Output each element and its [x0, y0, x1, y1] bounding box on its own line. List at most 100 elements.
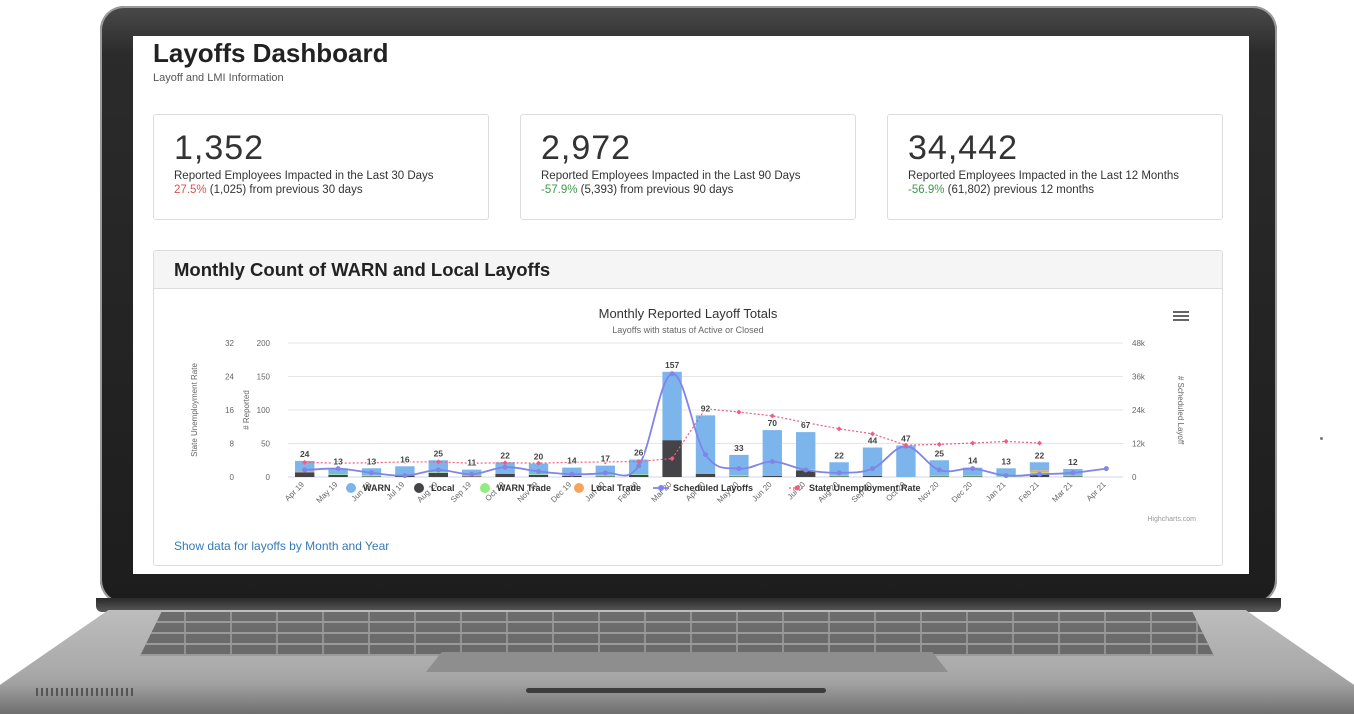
- stat-delta: 27.5% (1,025) from previous 30 days: [174, 183, 470, 197]
- layoffs-chart-panel: Monthly Count of WARN and Local Layoffs …: [153, 250, 1223, 566]
- stat-delta: -56.9% (61,802) previous 12 months: [908, 183, 1204, 197]
- legend-label: WARN: [363, 483, 391, 493]
- point-scheduled-layoffs: [435, 467, 441, 473]
- bar-local-trade: [729, 474, 749, 476]
- chart-axes: 0 0 0 50 8 12k 100 16 24k 150 24 36k 200 32 48k State U…: [190, 339, 1185, 505]
- bar-total-label: 70: [768, 418, 778, 428]
- y-tick-label-rate: 0: [230, 473, 235, 482]
- show-data-link[interactable]: Show data for layoffs by Month and Year: [174, 539, 389, 553]
- bar-local: [963, 476, 983, 477]
- bar-local: [729, 476, 749, 477]
- bar-local: [762, 475, 782, 477]
- laptop-frame: Layoffs Dashboard Layoff and LMI Informa…: [0, 0, 1354, 714]
- bar-total-label: 22: [834, 450, 844, 460]
- bar-total-label: 13: [1001, 456, 1011, 466]
- point-scheduled-layoffs: [402, 473, 408, 479]
- point-scheduled-layoffs: [369, 470, 374, 476]
- point-unemployment-rate: [1037, 440, 1042, 446]
- bar-warn: [762, 430, 782, 475]
- y-tick-label-rate: 8: [230, 440, 235, 449]
- bar-total-label: 11: [467, 458, 476, 468]
- legend-symbol: [414, 483, 424, 493]
- bar-total-label: 25: [935, 448, 945, 458]
- x-tick-label: Feb 21: [1017, 480, 1041, 504]
- x-tick-label: Dec 19: [549, 480, 574, 505]
- bar-warn-trade: [528, 474, 549, 475]
- y-tick-label-reported: 50: [261, 440, 270, 449]
- legend-label: Local Trade: [591, 483, 641, 493]
- x-tick-label: Apr 19: [283, 480, 306, 503]
- laptop-hinge: [96, 598, 1281, 612]
- point-scheduled-layoffs: [936, 467, 942, 473]
- laptop-screen: Layoffs Dashboard Layoff and LMI Informa…: [133, 36, 1249, 574]
- point-scheduled-layoffs: [1037, 471, 1042, 477]
- bar-local: [829, 476, 849, 477]
- bar-warn-trade: [1063, 475, 1083, 477]
- bar-warn-trade: [929, 475, 949, 477]
- y-tick-label-rate: 16: [225, 406, 234, 415]
- bar-total-label: 24: [300, 449, 310, 459]
- legend-item-state-unemployment-rate[interactable]: State Unemployment Rate: [789, 483, 921, 493]
- bar-total-label: 13: [367, 456, 377, 466]
- bar-total-label: 14: [567, 456, 577, 466]
- x-tick-label: Mar 21: [1050, 480, 1074, 504]
- legend-item-warn[interactable]: WARN: [346, 483, 391, 493]
- stat-percent: -56.9%: [908, 184, 945, 196]
- y-tick-label-scheduled: 48k: [1132, 339, 1146, 348]
- stat-card-30-days: 1,352 Reported Employees Impacted in the…: [153, 114, 489, 220]
- legend-symbol: [574, 483, 584, 493]
- legend-symbol: [480, 483, 490, 493]
- stat-value: 34,442: [908, 129, 1018, 167]
- point-scheduled-layoffs: [335, 466, 341, 472]
- bar-total-label: 47: [901, 434, 911, 444]
- stat-delta: -57.9% (5,393) from previous 90 days: [541, 183, 837, 197]
- x-tick-label: May 19: [315, 480, 340, 505]
- bar-warn: [695, 415, 716, 473]
- y-tick-label-scheduled: 0: [1132, 473, 1137, 482]
- legend-symbol: [658, 485, 664, 491]
- bar-total-label: 44: [868, 436, 878, 446]
- bar-total-label: 12: [1068, 457, 1078, 467]
- point-scheduled-layoffs: [970, 466, 976, 472]
- point-unemployment-rate: [936, 441, 942, 447]
- y-axis-title-reported: # Reported: [242, 390, 251, 430]
- laptop-vent: [36, 688, 136, 696]
- page-subtitle: Layoff and LMI Information: [153, 72, 284, 84]
- chart-subtitle: Layoffs with status of Active or Closed: [612, 325, 763, 335]
- stat-value: 1,352: [174, 129, 265, 167]
- bar-local: [929, 476, 949, 477]
- bar-warn-trade: [829, 475, 849, 477]
- bar-warn: [729, 454, 749, 475]
- point-scheduled-layoffs: [602, 470, 608, 476]
- bar-total-label: 25: [434, 448, 444, 458]
- bar-total-label: 67: [801, 420, 811, 430]
- point-scheduled-layoffs: [502, 464, 508, 470]
- y-tick-label-rate: 24: [225, 373, 234, 382]
- chart-credits[interactable]: Highcharts.com: [1147, 516, 1196, 523]
- bar-total-label: 14: [968, 456, 978, 466]
- background-dot: [1320, 437, 1323, 440]
- x-tick-label: Jan 21: [984, 480, 1008, 504]
- chart-data-labels: 24 13 13 16 25 11 22 20 14 17 26 157 92 33 70 67 22 44 47 2…: [299, 359, 1079, 469]
- legend-item-local-trade[interactable]: Local Trade: [574, 483, 641, 493]
- bar-warn: [1029, 462, 1050, 471]
- stat-card-12-months: 34,442 Reported Employees Impacted in th…: [887, 114, 1223, 220]
- chart-menu-icon[interactable]: [1173, 311, 1189, 321]
- stat-percent: -57.9%: [541, 184, 578, 196]
- bar-warn-trade: [762, 474, 782, 476]
- legend-symbol: [794, 485, 800, 491]
- y-axis-title-scheduled: # Scheduled Layoff: [1176, 376, 1185, 445]
- bar-total-label: 17: [601, 454, 611, 464]
- y-tick-label-rate: 32: [225, 339, 234, 348]
- bar-warn-trade: [595, 475, 615, 477]
- legend-item-local[interactable]: Local: [414, 483, 455, 493]
- page-title: Layoffs Dashboard: [153, 38, 389, 68]
- x-tick-label: Jun 20: [750, 480, 774, 504]
- point-scheduled-layoffs: [569, 471, 575, 477]
- bar-local: [595, 476, 615, 477]
- bar-total-label: 16: [400, 454, 410, 464]
- bar-local: [495, 473, 515, 477]
- point-unemployment-rate: [836, 426, 842, 432]
- bar-local: [528, 474, 549, 477]
- bar-local: [862, 475, 883, 477]
